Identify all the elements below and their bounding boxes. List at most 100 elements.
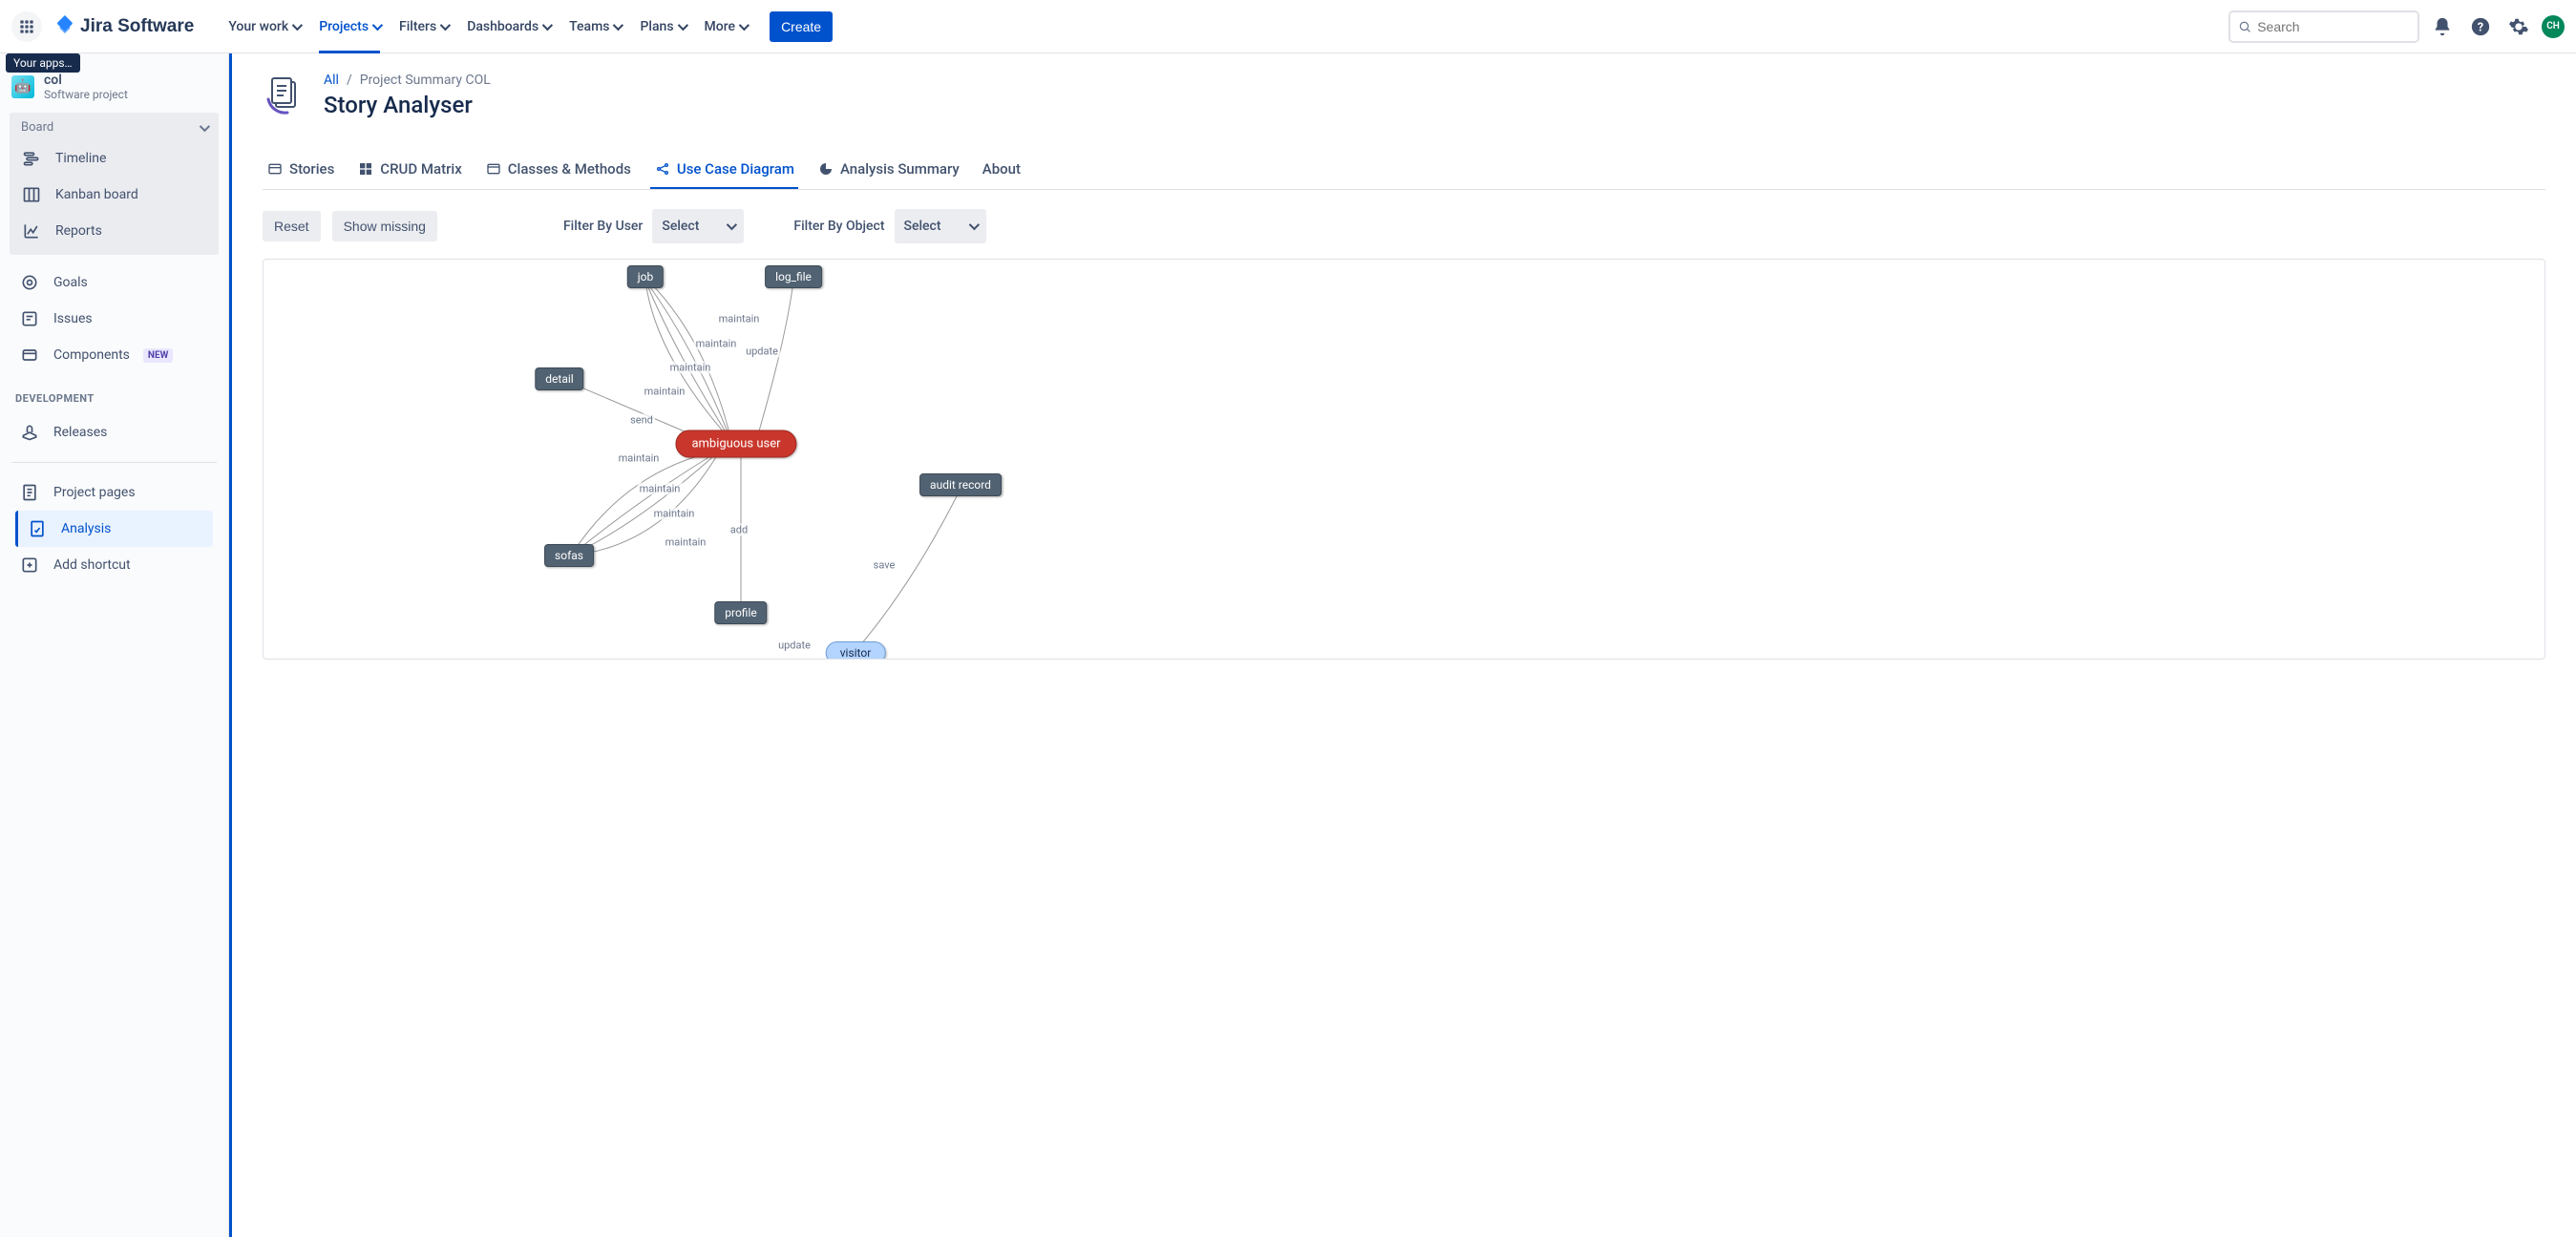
- tab-crud[interactable]: CRUD Matrix: [353, 153, 465, 189]
- node-detail[interactable]: detail: [535, 367, 583, 390]
- page-title: Story Analyser: [324, 92, 491, 118]
- grid-icon: [357, 160, 374, 178]
- diagram-edges: [264, 260, 2544, 659]
- sidebar-item-goals[interactable]: Goals: [8, 264, 221, 301]
- sidebar-item-timeline[interactable]: Timeline: [10, 140, 219, 177]
- project-name: col: [44, 73, 128, 88]
- sidebar-item-add-shortcut[interactable]: Add shortcut: [8, 547, 221, 583]
- nav-teams[interactable]: Teams: [561, 11, 628, 42]
- filter-object-label: Filter By Object: [793, 219, 884, 234]
- timeline-icon: [21, 148, 42, 169]
- tab-usecase[interactable]: Use Case Diagram: [650, 153, 798, 189]
- node-log-file[interactable]: log_file: [765, 265, 822, 288]
- node-sofas[interactable]: sofas: [544, 544, 594, 567]
- tab-classes[interactable]: Classes & Methods: [481, 153, 635, 189]
- sidebar-item-components[interactable]: ComponentsNEW: [8, 337, 221, 373]
- list-icon: [266, 160, 284, 178]
- reset-button[interactable]: Reset: [263, 211, 321, 241]
- tab-summary[interactable]: Analysis Summary: [813, 153, 963, 189]
- toolbar: Reset Show missing Filter By User Select…: [263, 209, 2545, 243]
- target-icon: [19, 272, 40, 293]
- development-heading: DEVELOPMENT: [0, 377, 228, 410]
- topnav-right: ? CH: [2228, 10, 2565, 43]
- filter-object-select[interactable]: Select: [895, 209, 986, 243]
- add-icon: [19, 555, 40, 576]
- notifications-button[interactable]: [2427, 11, 2458, 42]
- sidebar-item-analysis[interactable]: Analysis: [15, 511, 213, 547]
- sidebar-item-reports[interactable]: Reports: [10, 213, 219, 249]
- layout: 🤖 col Software project Board Timeline Ka…: [0, 53, 2576, 1237]
- nav-your-work[interactable]: Your work: [221, 11, 307, 42]
- nav-more[interactable]: More: [697, 11, 755, 42]
- search-input[interactable]: [2257, 19, 2410, 34]
- chevron-down-icon: [613, 19, 623, 30]
- user-avatar[interactable]: CH: [2542, 15, 2565, 38]
- tooltip-your-apps: Your apps…: [6, 53, 80, 73]
- project-icon: 🤖: [11, 75, 34, 98]
- nav-projects[interactable]: Projects: [311, 11, 388, 42]
- tab-stories[interactable]: Stories: [263, 153, 338, 189]
- sidebar-item-issues[interactable]: Issues: [8, 301, 221, 337]
- components-icon: [19, 345, 40, 366]
- grid-icon: [17, 17, 36, 36]
- page-icon: [19, 482, 40, 503]
- issues-icon: [19, 308, 40, 329]
- edge-maintain: maintain: [643, 386, 687, 398]
- node-profile[interactable]: profile: [714, 601, 767, 624]
- jira-logo[interactable]: Jira Software: [46, 15, 201, 38]
- settings-button[interactable]: [2503, 11, 2534, 42]
- nav-dashboards[interactable]: Dashboards: [459, 11, 558, 42]
- project-type: Software project: [44, 88, 128, 101]
- tabs: Stories CRUD Matrix Classes & Methods Us…: [263, 153, 2545, 190]
- breadcrumb-current: Project Summary COL: [360, 73, 491, 88]
- sidebar-item-project-pages[interactable]: Project pages: [8, 474, 221, 511]
- node-ambiguous-user[interactable]: ambiguous user: [675, 430, 796, 458]
- breadcrumb-all[interactable]: All: [324, 73, 339, 88]
- edge-maintain: maintain: [652, 508, 697, 520]
- board-label[interactable]: Board: [10, 118, 219, 140]
- edge-maintain: maintain: [668, 362, 713, 374]
- show-missing-button[interactable]: Show missing: [332, 211, 437, 241]
- search-box[interactable]: [2228, 10, 2419, 43]
- nav-filters[interactable]: Filters: [391, 11, 455, 42]
- node-audit-record[interactable]: audit record: [919, 473, 1002, 496]
- board-group: Board Timeline Kanban board Reports: [10, 113, 219, 255]
- create-button[interactable]: Create: [770, 11, 833, 42]
- filter-user-select[interactable]: Select: [652, 209, 744, 243]
- jira-icon: [53, 15, 76, 38]
- nav-plans[interactable]: Plans: [632, 11, 692, 42]
- chevron-down-icon: [739, 19, 750, 30]
- help-button[interactable]: ?: [2465, 11, 2496, 42]
- edge-maintain: maintain: [617, 452, 662, 465]
- sidebar-item-kanban[interactable]: Kanban board: [10, 177, 219, 213]
- edge-send: send: [628, 414, 655, 427]
- analysis-icon: [27, 518, 48, 539]
- board-icon: [21, 184, 42, 205]
- edge-maintain: maintain: [638, 483, 683, 495]
- node-visitor[interactable]: visitor: [826, 641, 886, 660]
- sidebar-item-releases[interactable]: Releases: [8, 414, 221, 451]
- edge-add: add: [728, 524, 750, 536]
- usecase-diagram[interactable]: job log_file detail ambiguous user sofas…: [263, 259, 2545, 660]
- new-badge: NEW: [143, 348, 173, 363]
- product-name: Jira Software: [80, 16, 194, 37]
- node-job[interactable]: job: [627, 265, 664, 288]
- story-analyser-icon: [263, 73, 308, 118]
- search-icon: [2238, 19, 2251, 34]
- chevron-down-icon: [542, 19, 553, 30]
- planning-group: Goals Issues ComponentsNEW: [0, 261, 228, 377]
- gear-icon: [2508, 16, 2529, 37]
- svg-text:?: ?: [2478, 20, 2483, 34]
- tab-about[interactable]: About: [979, 153, 1024, 189]
- help-icon: ?: [2470, 16, 2491, 37]
- ship-icon: [19, 422, 40, 443]
- edge-update: update: [744, 346, 780, 358]
- bottom-group: Project pages Analysis Add shortcut: [0, 471, 228, 587]
- chevron-down-icon: [968, 220, 979, 230]
- sidebar: 🤖 col Software project Board Timeline Ka…: [0, 53, 229, 1237]
- chevron-down-icon: [372, 19, 383, 30]
- edge-save: save: [872, 559, 897, 572]
- filter-user-label: Filter By User: [563, 219, 643, 234]
- topnav-left: Jira Software Your work Projects Filters…: [11, 11, 833, 42]
- app-switcher-button[interactable]: [11, 11, 42, 42]
